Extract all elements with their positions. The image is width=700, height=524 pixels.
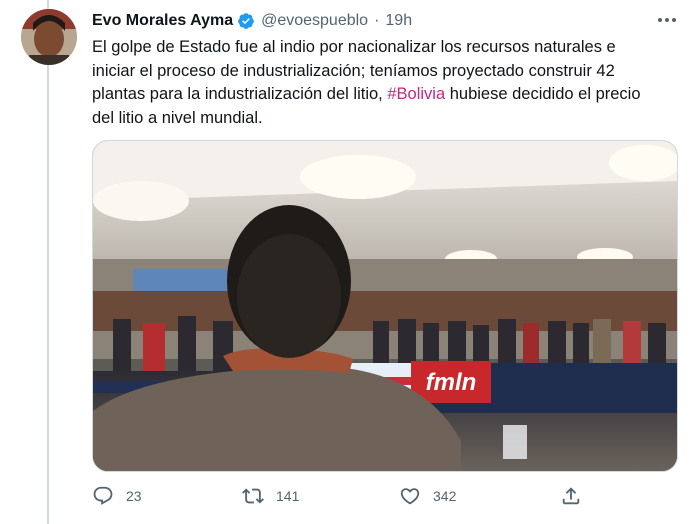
share-icon (562, 487, 580, 505)
avatar[interactable] (21, 9, 77, 65)
verified-icon (238, 13, 254, 29)
tweet-text: El golpe de Estado fue al indio por naci… (92, 36, 652, 130)
reply-count: 23 (126, 488, 142, 504)
hashtag-link[interactable]: #Bolivia (387, 85, 445, 103)
author-handle[interactable]: @evoespueblo (261, 12, 368, 30)
retweet-button[interactable]: 141 (242, 484, 299, 508)
retweet-icon (242, 488, 264, 504)
avatar-image (21, 9, 77, 65)
like-button[interactable]: 342 (399, 484, 456, 508)
author-name[interactable]: Evo Morales Ayma (92, 12, 233, 30)
timestamp[interactable]: 19h (385, 12, 412, 30)
tweet-actions: 23 141 342 (92, 484, 592, 508)
tweet-header: Evo Morales Ayma @evoespueblo · 19h (92, 10, 412, 32)
like-count: 342 (433, 488, 457, 504)
tweet-photo[interactable]: fmln (92, 140, 678, 472)
thread-line (47, 0, 49, 524)
like-icon (400, 488, 420, 505)
photo-scene: fmln (93, 141, 677, 471)
separator-dot: · (374, 12, 380, 29)
reply-icon (93, 486, 113, 505)
more-icon[interactable] (654, 10, 680, 30)
reply-button[interactable]: 23 (92, 484, 142, 508)
banner-text: fmln (426, 369, 477, 396)
share-button[interactable] (560, 484, 594, 508)
retweet-count: 141 (276, 488, 300, 504)
